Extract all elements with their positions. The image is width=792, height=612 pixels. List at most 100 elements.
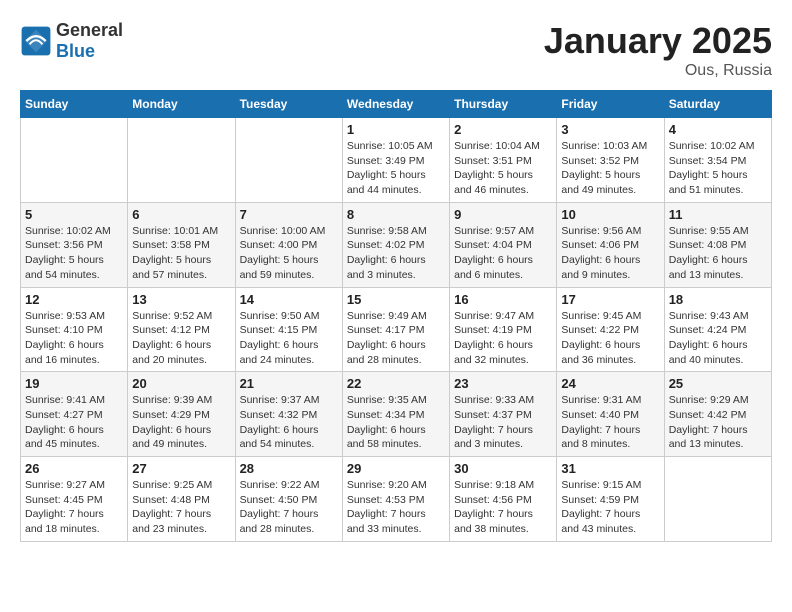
calendar-cell — [128, 118, 235, 203]
day-info: Sunrise: 10:00 AM Sunset: 4:00 PM Daylig… — [240, 224, 338, 283]
day-info: Sunrise: 9:31 AM Sunset: 4:40 PM Dayligh… — [561, 393, 659, 452]
day-info: Sunrise: 9:22 AM Sunset: 4:50 PM Dayligh… — [240, 478, 338, 537]
day-info: Sunrise: 10:02 AM Sunset: 3:54 PM Daylig… — [669, 139, 767, 198]
day-info: Sunrise: 9:52 AM Sunset: 4:12 PM Dayligh… — [132, 309, 230, 368]
day-number: 6 — [132, 207, 230, 222]
day-info: Sunrise: 9:41 AM Sunset: 4:27 PM Dayligh… — [25, 393, 123, 452]
weekday-header-friday: Friday — [557, 91, 664, 118]
day-info: Sunrise: 10:03 AM Sunset: 3:52 PM Daylig… — [561, 139, 659, 198]
day-info: Sunrise: 9:37 AM Sunset: 4:32 PM Dayligh… — [240, 393, 338, 452]
calendar-week-2: 5 Sunrise: 10:02 AM Sunset: 3:56 PM Dayli… — [21, 202, 772, 287]
day-number: 28 — [240, 461, 338, 476]
day-info: Sunrise: 9:56 AM Sunset: 4:06 PM Dayligh… — [561, 224, 659, 283]
calendar-cell: 28 Sunrise: 9:22 AM Sunset: 4:50 PM Dayli… — [235, 457, 342, 542]
day-info: Sunrise: 9:47 AM Sunset: 4:19 PM Dayligh… — [454, 309, 552, 368]
location-title: Ous, Russia — [544, 62, 772, 80]
calendar-cell: 13 Sunrise: 9:52 AM Sunset: 4:12 PM Dayli… — [128, 287, 235, 372]
calendar-week-5: 26Sunrise: 9:27 AM Sunset: 4:45 PM Dayli… — [21, 457, 772, 542]
day-number: 25 — [669, 376, 767, 391]
calendar-cell: 21Sunrise: 9:37 AM Sunset: 4:32 PM Dayli… — [235, 372, 342, 457]
day-number: 2 — [454, 122, 552, 137]
day-number: 11 — [669, 207, 767, 222]
calendar-cell: 25 Sunrise: 9:29 AM Sunset: 4:42 PM Dayli… — [664, 372, 771, 457]
day-number: 3 — [561, 122, 659, 137]
day-number: 14 — [240, 292, 338, 307]
day-number: 17 — [561, 292, 659, 307]
day-number: 27 — [132, 461, 230, 476]
day-info: Sunrise: 9:20 AM Sunset: 4:53 PM Dayligh… — [347, 478, 445, 537]
calendar-cell: 26Sunrise: 9:27 AM Sunset: 4:45 PM Dayli… — [21, 457, 128, 542]
day-info: Sunrise: 10:02 AM Sunset: 3:56 PM Daylig… — [25, 224, 123, 283]
calendar-cell: 10 Sunrise: 9:56 AM Sunset: 4:06 PM Dayli… — [557, 202, 664, 287]
calendar-week-3: 12 Sunrise: 9:53 AM Sunset: 4:10 PM Dayli… — [21, 287, 772, 372]
calendar-cell: 6 Sunrise: 10:01 AM Sunset: 3:58 PM Dayli… — [128, 202, 235, 287]
calendar-cell: 7 Sunrise: 10:00 AM Sunset: 4:00 PM Dayli… — [235, 202, 342, 287]
day-number: 1 — [347, 122, 445, 137]
day-info: Sunrise: 9:35 AM Sunset: 4:34 PM Dayligh… — [347, 393, 445, 452]
calendar-cell — [235, 118, 342, 203]
day-info: Sunrise: 9:45 AM Sunset: 4:22 PM Dayligh… — [561, 309, 659, 368]
calendar-cell: 15 Sunrise: 9:49 AM Sunset: 4:17 PM Dayli… — [342, 287, 449, 372]
calendar-cell: 30 Sunrise: 9:18 AM Sunset: 4:56 PM Dayli… — [450, 457, 557, 542]
weekday-header-sunday: Sunday — [21, 91, 128, 118]
calendar-cell: 20 Sunrise: 9:39 AM Sunset: 4:29 PM Dayli… — [128, 372, 235, 457]
day-info: Sunrise: 9:15 AM Sunset: 4:59 PM Dayligh… — [561, 478, 659, 537]
weekday-header-tuesday: Tuesday — [235, 91, 342, 118]
weekday-header-saturday: Saturday — [664, 91, 771, 118]
day-info: Sunrise: 9:57 AM Sunset: 4:04 PM Dayligh… — [454, 224, 552, 283]
calendar-table: SundayMondayTuesdayWednesdayThursdayFrid… — [20, 90, 772, 542]
day-number: 22 — [347, 376, 445, 391]
day-info: Sunrise: 9:58 AM Sunset: 4:02 PM Dayligh… — [347, 224, 445, 283]
day-number: 29 — [347, 461, 445, 476]
day-info: Sunrise: 9:53 AM Sunset: 4:10 PM Dayligh… — [25, 309, 123, 368]
day-number: 15 — [347, 292, 445, 307]
day-number: 7 — [240, 207, 338, 222]
calendar-cell: 12 Sunrise: 9:53 AM Sunset: 4:10 PM Dayli… — [21, 287, 128, 372]
calendar-cell: 14Sunrise: 9:50 AM Sunset: 4:15 PM Dayli… — [235, 287, 342, 372]
day-info: Sunrise: 9:25 AM Sunset: 4:48 PM Dayligh… — [132, 478, 230, 537]
day-info: Sunrise: 9:43 AM Sunset: 4:24 PM Dayligh… — [669, 309, 767, 368]
day-number: 24 — [561, 376, 659, 391]
calendar-cell: 11 Sunrise: 9:55 AM Sunset: 4:08 PM Dayli… — [664, 202, 771, 287]
day-number: 12 — [25, 292, 123, 307]
day-number: 23 — [454, 376, 552, 391]
calendar-week-1: 1Sunrise: 10:05 AM Sunset: 3:49 PM Dayli… — [21, 118, 772, 203]
logo-text: General Blue — [56, 20, 123, 62]
calendar-cell: 5 Sunrise: 10:02 AM Sunset: 3:56 PM Dayli… — [21, 202, 128, 287]
day-info: Sunrise: 10:01 AM Sunset: 3:58 PM Daylig… — [132, 224, 230, 283]
calendar-cell: 4 Sunrise: 10:02 AM Sunset: 3:54 PM Dayli… — [664, 118, 771, 203]
calendar-cell: 2 Sunrise: 10:04 AM Sunset: 3:51 PM Dayli… — [450, 118, 557, 203]
day-info: Sunrise: 9:27 AM Sunset: 4:45 PM Dayligh… — [25, 478, 123, 537]
calendar-cell: 1Sunrise: 10:05 AM Sunset: 3:49 PM Dayli… — [342, 118, 449, 203]
month-title: January 2025 — [544, 20, 772, 62]
day-info: Sunrise: 9:49 AM Sunset: 4:17 PM Dayligh… — [347, 309, 445, 368]
logo-general: General — [56, 20, 123, 40]
day-info: Sunrise: 9:18 AM Sunset: 4:56 PM Dayligh… — [454, 478, 552, 537]
calendar-cell: 27 Sunrise: 9:25 AM Sunset: 4:48 PM Dayli… — [128, 457, 235, 542]
calendar-cell: 3 Sunrise: 10:03 AM Sunset: 3:52 PM Dayli… — [557, 118, 664, 203]
day-number: 31 — [561, 461, 659, 476]
day-number: 30 — [454, 461, 552, 476]
weekday-header-wednesday: Wednesday — [342, 91, 449, 118]
day-number: 8 — [347, 207, 445, 222]
day-number: 18 — [669, 292, 767, 307]
logo-icon — [20, 25, 52, 57]
day-number: 10 — [561, 207, 659, 222]
logo: General Blue — [20, 20, 123, 62]
calendar-cell: 8 Sunrise: 9:58 AM Sunset: 4:02 PM Daylig… — [342, 202, 449, 287]
day-info: Sunrise: 9:33 AM Sunset: 4:37 PM Dayligh… — [454, 393, 552, 452]
day-info: Sunrise: 9:29 AM Sunset: 4:42 PM Dayligh… — [669, 393, 767, 452]
calendar-cell: 17 Sunrise: 9:45 AM Sunset: 4:22 PM Dayli… — [557, 287, 664, 372]
calendar-cell: 19Sunrise: 9:41 AM Sunset: 4:27 PM Dayli… — [21, 372, 128, 457]
day-number: 4 — [669, 122, 767, 137]
weekday-header-thursday: Thursday — [450, 91, 557, 118]
calendar-cell: 29 Sunrise: 9:20 AM Sunset: 4:53 PM Dayli… — [342, 457, 449, 542]
day-info: Sunrise: 9:39 AM Sunset: 4:29 PM Dayligh… — [132, 393, 230, 452]
day-number: 20 — [132, 376, 230, 391]
day-number: 5 — [25, 207, 123, 222]
day-number: 13 — [132, 292, 230, 307]
day-info: Sunrise: 9:55 AM Sunset: 4:08 PM Dayligh… — [669, 224, 767, 283]
calendar-cell: 18 Sunrise: 9:43 AM Sunset: 4:24 PM Dayli… — [664, 287, 771, 372]
page-header: General Blue January 2025 Ous, Russia — [20, 20, 772, 80]
day-info: Sunrise: 10:04 AM Sunset: 3:51 PM Daylig… — [454, 139, 552, 198]
